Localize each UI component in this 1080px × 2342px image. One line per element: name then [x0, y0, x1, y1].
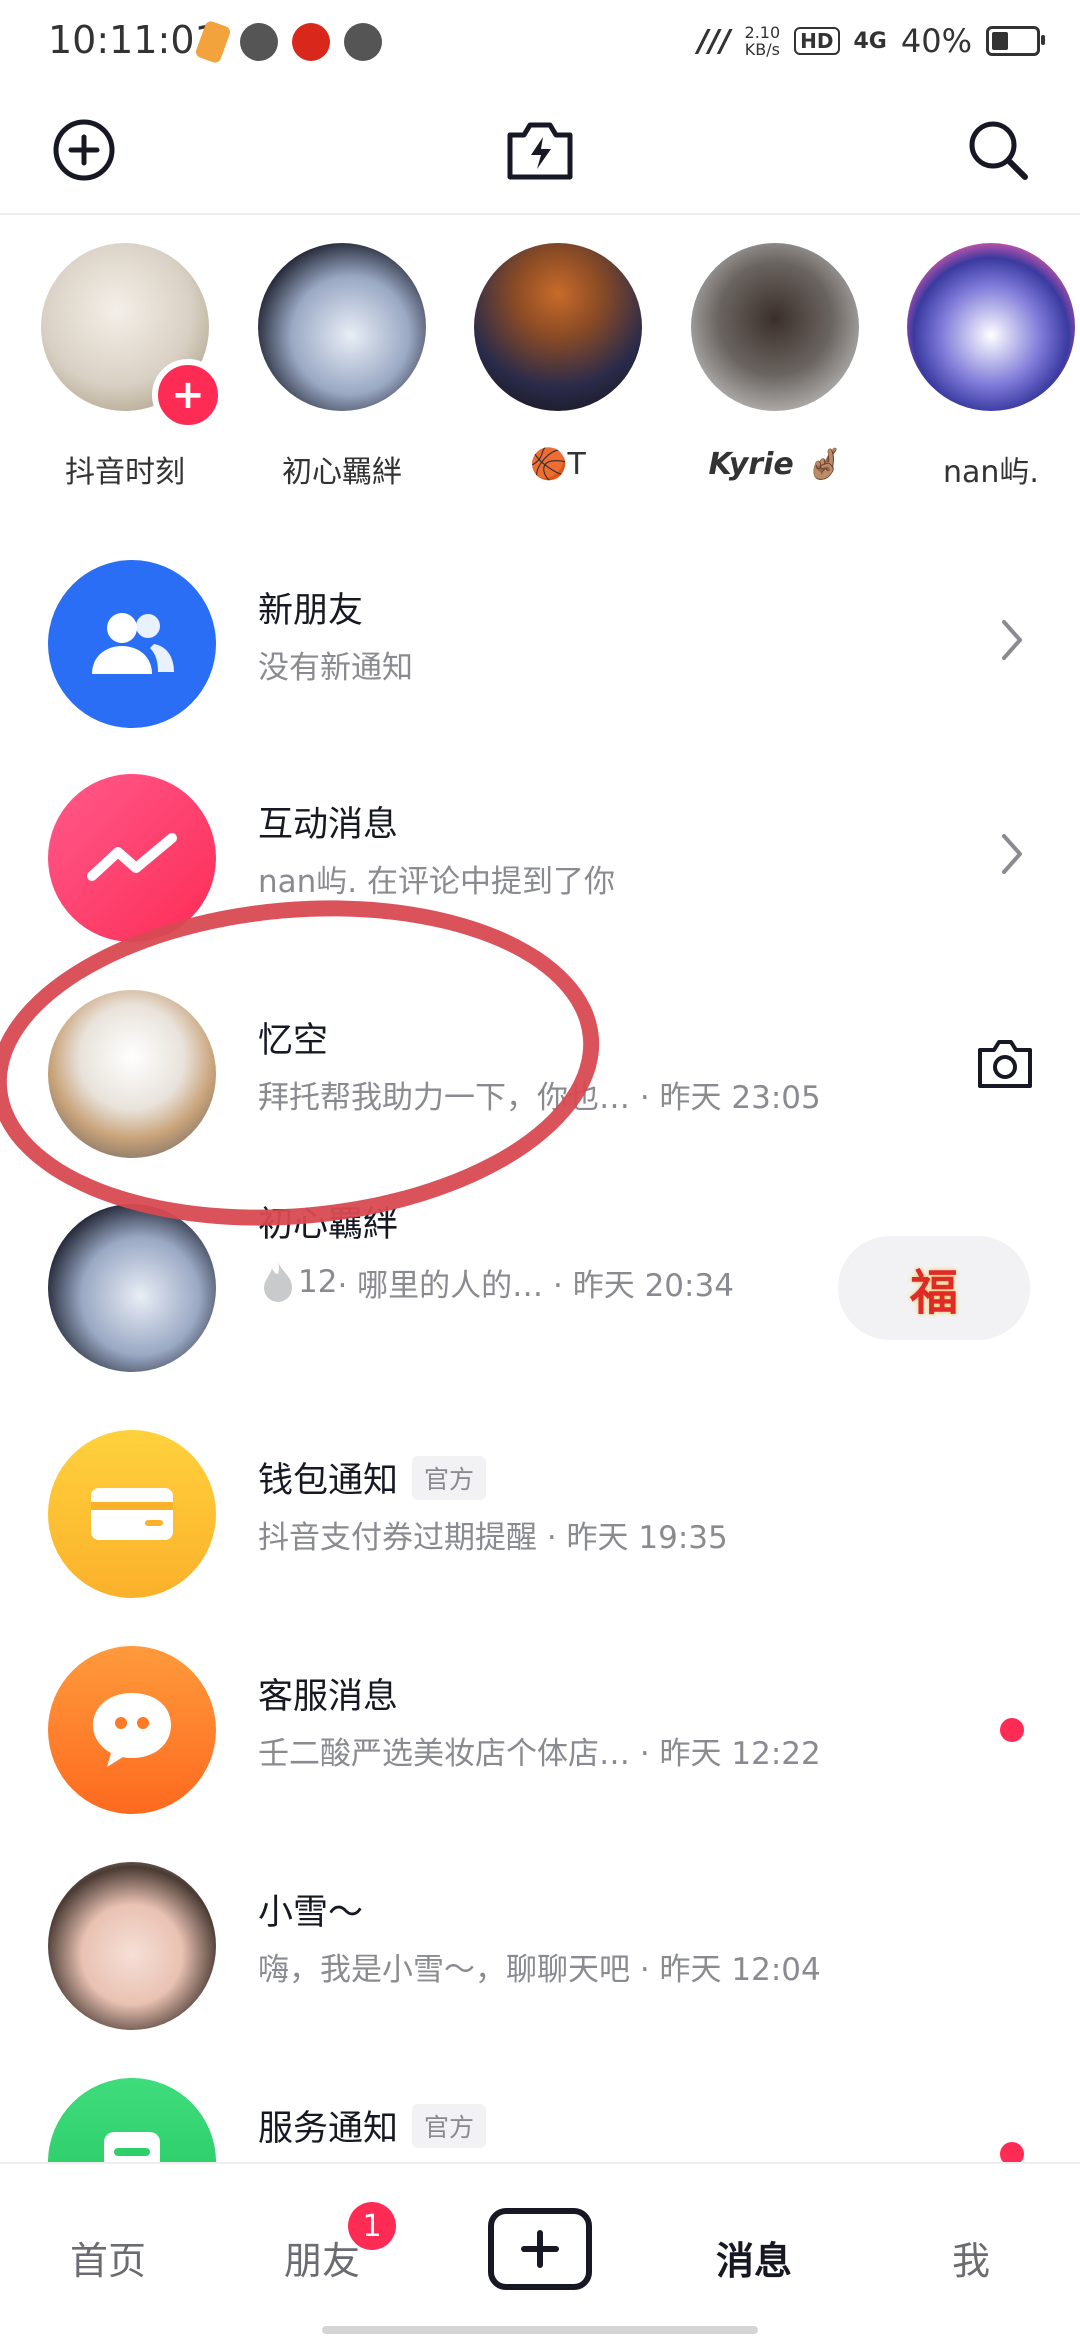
tab-messages[interactable]: 消息: [716, 2230, 792, 2285]
list-item-wallet[interactable]: 钱包通知 官方 抖音支付券过期提醒 · 昨天 19:35: [0, 1406, 1080, 1616]
item-subtitle: 抖音支付券过期提醒 · 昨天 19:35: [258, 1520, 728, 1556]
story-name: 🏀T: [530, 447, 586, 482]
clock: 10:11:01: [48, 18, 219, 62]
item-subtitle: 壬二酸严选美妆店个体店… · 昨天 12:22: [258, 1736, 821, 1772]
streak-count: 12: [298, 1264, 338, 1300]
story-name: 初心羈絆: [282, 455, 402, 490]
item-title: 小雪～: [258, 1893, 364, 1933]
item-subtitle: 12 · 哪里的人的… · 昨天 20:34: [258, 1258, 734, 1306]
network-speed: 2.10 KB/s: [744, 23, 781, 59]
play-icon: [240, 23, 278, 61]
kyrie-avatar: [691, 243, 859, 411]
chevron-right-icon: [1002, 834, 1022, 874]
item-title: 新朋友: [258, 591, 364, 631]
item-subtitle: 没有新通知: [258, 650, 413, 686]
wallet-icon: [48, 1430, 216, 1598]
tab-friends[interactable]: 朋友: [284, 2230, 360, 2285]
basketball-player-avatar: [474, 243, 642, 411]
hd-icon: HD: [794, 27, 840, 55]
add-story-icon[interactable]: +: [152, 359, 224, 431]
item-title: 钱包通知 官方: [258, 1452, 487, 1503]
item-subtitle: nan屿. 在评论中提到了你: [258, 864, 615, 900]
create-button[interactable]: [488, 2208, 592, 2290]
avatar: [48, 1204, 216, 1372]
friends-icon: [48, 560, 216, 728]
friends-badge: 1: [348, 2202, 396, 2250]
add-icon[interactable]: [46, 112, 122, 188]
story-name: nan屿.: [943, 455, 1039, 490]
cartoon-wolf-avatar: [907, 243, 1075, 411]
item-title: 客服消息: [258, 1677, 399, 1717]
list-item-chat[interactable]: 小雪～ 嗨，我是小雪～，聊聊天吧 · 昨天 12:04: [0, 1838, 1080, 2048]
service-notice-icon: [48, 2078, 216, 2162]
app-badge-icon: [292, 23, 330, 61]
battery-icon: [986, 26, 1045, 56]
unread-dot: [1000, 2142, 1024, 2162]
item-title: 服务通知 官方: [258, 2100, 487, 2151]
camera-icon[interactable]: [976, 1038, 1034, 1090]
fu-sticker-button[interactable]: 福: [838, 1236, 1030, 1340]
chevron-right-icon: [1002, 620, 1022, 660]
plus-icon: [521, 2230, 559, 2268]
status-bar: 10:11:01 /// 2.10 KB/s HD 4G 40%: [0, 0, 1080, 84]
divider: [0, 213, 1080, 215]
settings-app-icon: [344, 23, 382, 61]
story-name: Kyrie 🤞🏽: [708, 447, 842, 482]
list-item-service-notice[interactable]: 服务通知 官方: [0, 2054, 1080, 2162]
chat-bubble-icon: [48, 1646, 216, 1814]
anime-boy-avatar: [258, 243, 426, 411]
battery-percent: 40%: [900, 22, 972, 60]
list-item-new-friends[interactable]: 新朋友 没有新通知: [0, 536, 1080, 746]
tab-me[interactable]: 我: [952, 2230, 990, 2285]
tab-home[interactable]: 首页: [70, 2230, 146, 2285]
item-subtitle: 嗨，我是小雪～，聊聊天吧 · 昨天 12:04: [258, 1952, 821, 1988]
story-item[interactable]: Kyrie 🤞🏽: [690, 243, 860, 482]
list-item-customer-service[interactable]: 客服消息 壬二酸严选美妆店个体店… · 昨天 12:22: [0, 1622, 1080, 1832]
unread-dot: [1000, 1718, 1024, 1742]
avatar: [48, 1862, 216, 2030]
story-name: 抖音时刻: [65, 455, 185, 490]
story-item-moment[interactable]: + 抖音时刻: [40, 243, 224, 491]
story-item[interactable]: 初心羈絆: [257, 243, 427, 491]
notification-icons: [194, 19, 382, 65]
story-item[interactable]: nan屿.: [906, 243, 1076, 491]
home-indicator: [322, 2326, 758, 2334]
flash-camera-icon[interactable]: [502, 112, 578, 188]
system-status: /// 2.10 KB/s HD 4G 40%: [697, 22, 1045, 60]
search-icon[interactable]: [960, 112, 1036, 188]
streak-flame-icon: [264, 1262, 292, 1302]
vibrate-icon: ///: [697, 23, 731, 59]
fu-sticker: 福: [909, 1265, 958, 1321]
bottom-nav: 首页 朋友 1 消息 我: [0, 2162, 1080, 2342]
item-title: 互动消息: [258, 805, 399, 845]
official-tag: 官方: [412, 1455, 487, 1500]
official-tag: 官方: [412, 2103, 487, 2148]
story-item[interactable]: 🏀T: [473, 243, 643, 482]
message-preview: · 哪里的人的… · 昨天 20:34: [337, 1267, 734, 1304]
app-notification-icon: [194, 19, 232, 65]
signal-icon: 4G: [853, 28, 887, 54]
